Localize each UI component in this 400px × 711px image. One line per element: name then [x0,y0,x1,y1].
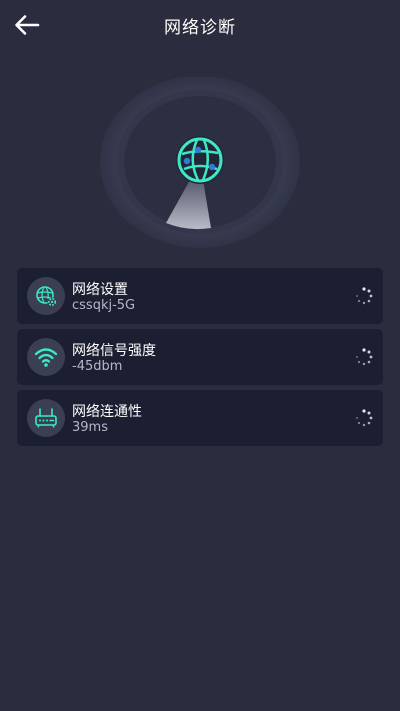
item-value: -45dbm [72,359,123,374]
list-item-network-settings[interactable]: 网络设置 cssqkj-5G [17,268,383,324]
header: 网络诊断 [0,0,400,52]
network-scanner [100,76,300,249]
item-title: 网络连通性 [72,404,142,420]
loading-spinner-icon [356,348,373,366]
page-title: 网络诊断 [164,18,236,38]
item-title: 网络设置 [72,282,128,298]
item-title: 网络信号强度 [72,343,156,359]
list-item-connectivity[interactable]: 网络连通性 39ms [17,390,383,446]
globe-gear-icon [27,277,65,315]
loading-spinner-icon [356,409,373,427]
loading-spinner-icon [356,287,373,305]
diagnostic-list: 网络设置 cssqkj-5G 网络信号强度 -45dbm 网络连通性 39ms [17,268,383,451]
network-globe-icon [176,136,224,184]
list-item-signal-strength[interactable]: 网络信号强度 -45dbm [17,329,383,385]
item-value: cssqkj-5G [72,298,136,313]
item-value: 39ms [72,420,108,435]
wifi-icon [27,338,65,376]
router-icon [27,399,65,437]
